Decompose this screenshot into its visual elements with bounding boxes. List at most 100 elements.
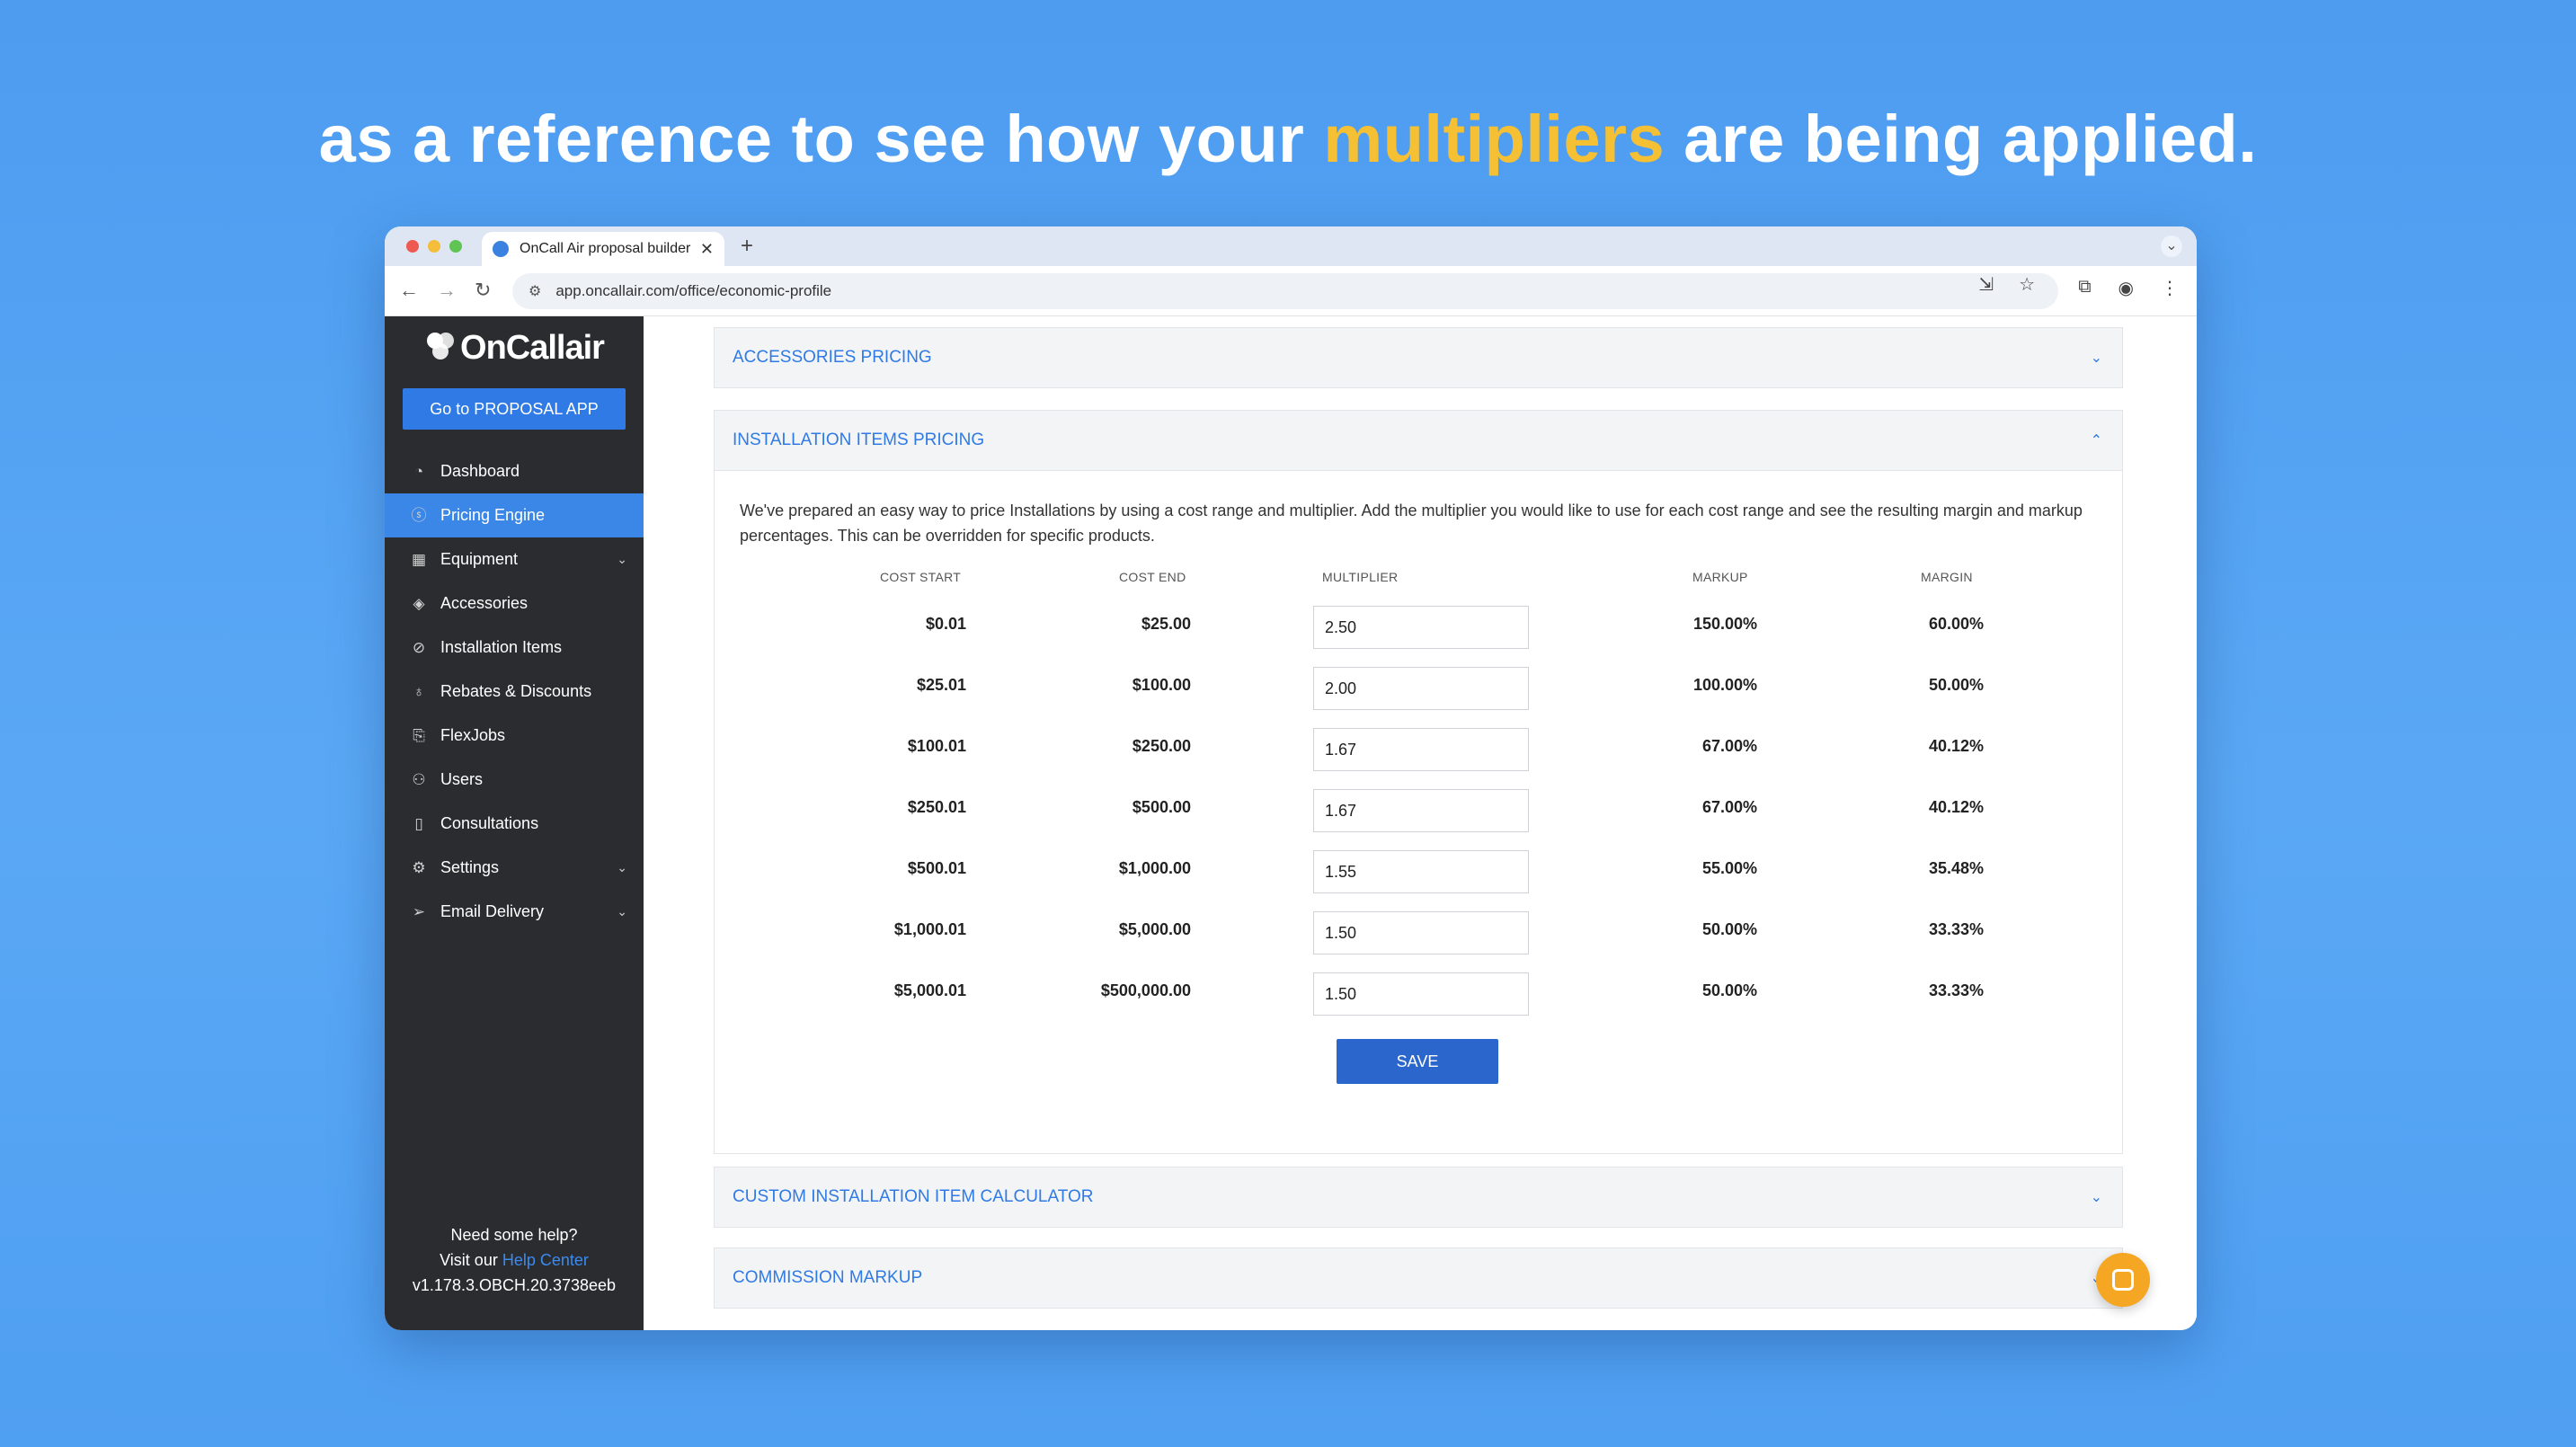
reload-icon[interactable]: ↻ [475,279,491,302]
markup-cell: 50.00% [1701,920,1757,938]
installation-items-pricing-header[interactable]: INSTALLATION ITEMS PRICING ⌃ [715,411,2122,470]
installation-intro-text: We've prepared an easy way to price Inst… [740,502,2083,545]
back-icon[interactable]: ← [399,279,419,302]
sidebar-item-accessories[interactable]: ◈ Accessories [385,581,644,626]
help-line: Visit our Help Center [385,1247,644,1273]
multiplier-input[interactable] [1313,850,1529,893]
extensions-icon[interactable]: ⧉ [2078,277,2091,299]
multiplier-input[interactable] [1313,972,1529,1016]
url-text: app.oncallair.com/office/economic-profil… [555,282,832,299]
browser-tab[interactable]: OnCall Air proposal builder ✕ [482,232,724,266]
multiplier-input[interactable] [1313,728,1529,771]
close-window-button[interactable] [406,240,419,253]
chevron-up-icon: ⌃ [2090,433,2102,448]
minimize-window-button[interactable] [428,240,440,253]
tab-search-icon[interactable]: ⌄ [2161,235,2182,257]
tab-bar: OnCall Air proposal builder ✕ + ⌄ [385,226,2197,266]
markup-cell: 55.00% [1701,859,1757,877]
chevron-down-icon: ⌄ [617,904,627,919]
url-input[interactable]: ⚙ app.oncallair.com/office/economic-prof… [512,273,2058,309]
cost-start-cell: $250.01 [907,798,966,816]
sidebar-item-label: Installation Items [440,638,563,656]
help-center-link[interactable]: Help Center [502,1251,589,1269]
header-multiplier: MULTIPLIER [1322,570,1399,584]
favicon-icon [493,241,509,257]
dollar-icon: ⓢ [411,506,427,524]
maximize-window-button[interactable] [449,240,462,253]
markup-cell: 67.00% [1701,737,1757,755]
chat-support-button[interactable] [2096,1253,2150,1307]
cost-end-cell: $1,000.00 [1118,859,1191,877]
profile-icon[interactable]: ◉ [2119,277,2134,299]
multiplier-input[interactable] [1313,606,1529,649]
sidebar: OnCallair Go to PROPOSAL APP ◔ Dashboard… [385,316,644,1330]
go-to-proposal-app-button[interactable]: Go to PROPOSAL APP [403,388,626,430]
cost-end-cell: $100.00 [1132,676,1191,694]
custom-installation-calculator-header[interactable]: CUSTOM INSTALLATION ITEM CALCULATOR ⌄ [715,1167,2122,1227]
dashboard-icon: ◔ [413,462,424,480]
installation-items-pricing-panel: INSTALLATION ITEMS PRICING ⌃ We've prepa… [714,410,2123,1154]
users-icon: ⚇ [412,770,426,788]
sidebar-menu: ◔ Dashboard ⓢ Pricing Engine ▦ Equipment… [385,449,644,934]
grid-icon: ▦ [411,550,427,568]
margin-cell: 33.33% [1928,920,1984,938]
flex-icon: ⎘ [413,726,425,744]
accessories-pricing-header[interactable]: ACCESSORIES PRICING ⌄ [715,328,2122,387]
sidebar-item-settings[interactable]: ⚙ Settings ⌄ [385,846,644,890]
sidebar-item-consultations[interactable]: ▯ Consultations [385,802,644,846]
cost-start-cell: $1,000.01 [893,920,966,938]
chevron-down-icon: ⌄ [2090,1190,2102,1205]
sidebar-item-equipment[interactable]: ▦ Equipment ⌄ [385,537,644,581]
accessories-pricing-panel: ACCESSORIES PRICING ⌄ [714,327,2123,388]
help-section: Need some help? Visit our Help Center v1… [385,1222,644,1298]
multiplier-input[interactable] [1313,667,1529,710]
header-cost-end: COST END [1119,570,1186,584]
sidebar-item-label: Equipment [440,550,519,568]
custom-installation-calculator-panel: CUSTOM INSTALLATION ITEM CALCULATOR ⌄ [714,1167,2123,1228]
new-tab-icon[interactable]: + [741,234,753,259]
markup-cell: 50.00% [1701,981,1757,999]
header-markup: MARKUP [1692,570,1748,584]
sidebar-item-pricing-engine[interactable]: ⓢ Pricing Engine [385,493,644,537]
margin-cell: 50.00% [1928,676,1984,694]
sidebar-item-email-delivery[interactable]: ➢ Email Delivery ⌄ [385,890,644,934]
gear-icon: ⚙ [412,858,426,876]
commission-markup-header[interactable]: COMMISSION MARKUP ⌄ [715,1248,2122,1308]
tab-title: OnCall Air proposal builder [520,241,691,256]
margin-cell: 40.12% [1928,798,1984,816]
sidebar-item-label: FlexJobs [440,726,506,744]
browser-window: OnCall Air proposal builder ✕ + ⌄ ← → ↻ … [385,226,2197,1330]
cost-start-cell: $5,000.01 [893,981,966,999]
markup-cell: 100.00% [1692,676,1757,694]
logo-icon [427,333,455,360]
chevron-down-icon: ⌄ [617,860,627,874]
panel-title: INSTALLATION ITEMS PRICING [733,431,985,449]
main-content: ACCESSORIES PRICING ⌄ INSTALLATION ITEMS… [644,316,2197,1330]
sidebar-item-rebates-discounts[interactable]: ♁ Rebates & Discounts [385,670,644,714]
site-settings-icon[interactable]: ⚙ [529,282,541,300]
sidebar-item-users[interactable]: ⚇ Users [385,758,644,802]
save-button[interactable]: SAVE [1337,1039,1498,1084]
multiplier-input[interactable] [1313,789,1529,832]
sidebar-item-flexjobs[interactable]: ⎘ FlexJobs [385,714,644,758]
wrench-icon: ⊘ [412,638,426,656]
install-app-icon[interactable]: ⇲ [1978,273,1994,296]
bookmark-star-icon[interactable]: ☆ [2019,273,2035,296]
browser-menu-icon[interactable]: ⋮ [2161,277,2179,299]
cost-start-cell: $0.01 [925,615,966,633]
installation-panel-body: We've prepared an easy way to price Inst… [715,470,2122,1153]
cost-start-cell: $25.01 [916,676,966,694]
sidebar-item-dashboard[interactable]: ◔ Dashboard [385,449,644,493]
panel-title: ACCESSORIES PRICING [733,348,932,367]
chat-icon [2112,1269,2134,1291]
address-bar: ← → ↻ ⚙ app.oncallair.com/office/economi… [385,266,2197,316]
multiplier-input[interactable] [1313,911,1529,954]
sidebar-item-installation-items[interactable]: ⊘ Installation Items [385,626,644,670]
document-icon: ▯ [414,814,423,832]
cost-end-cell: $5,000.00 [1118,920,1191,938]
close-tab-icon[interactable]: ✕ [700,240,714,259]
commission-markup-panel: COMMISSION MARKUP ⌄ [714,1247,2123,1309]
logo-text: OnCallair [460,329,605,367]
forward-icon[interactable]: → [437,279,457,302]
oncallair-logo[interactable]: OnCallair [385,329,644,368]
